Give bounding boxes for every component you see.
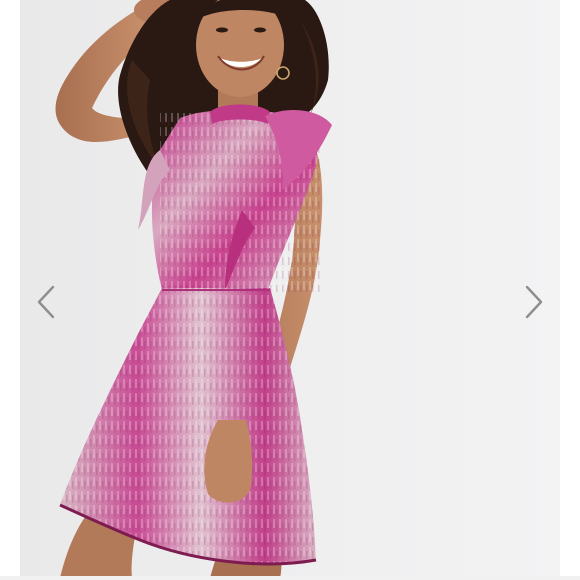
chevron-right-icon bbox=[525, 285, 543, 319]
bottom-divider bbox=[0, 576, 580, 580]
product-image-viewer bbox=[0, 0, 580, 580]
product-photo bbox=[55, 0, 332, 578]
chevron-left-icon bbox=[37, 285, 55, 319]
product-photo-frame bbox=[20, 0, 560, 578]
previous-image-button[interactable] bbox=[30, 282, 62, 322]
next-image-button[interactable] bbox=[518, 282, 550, 322]
